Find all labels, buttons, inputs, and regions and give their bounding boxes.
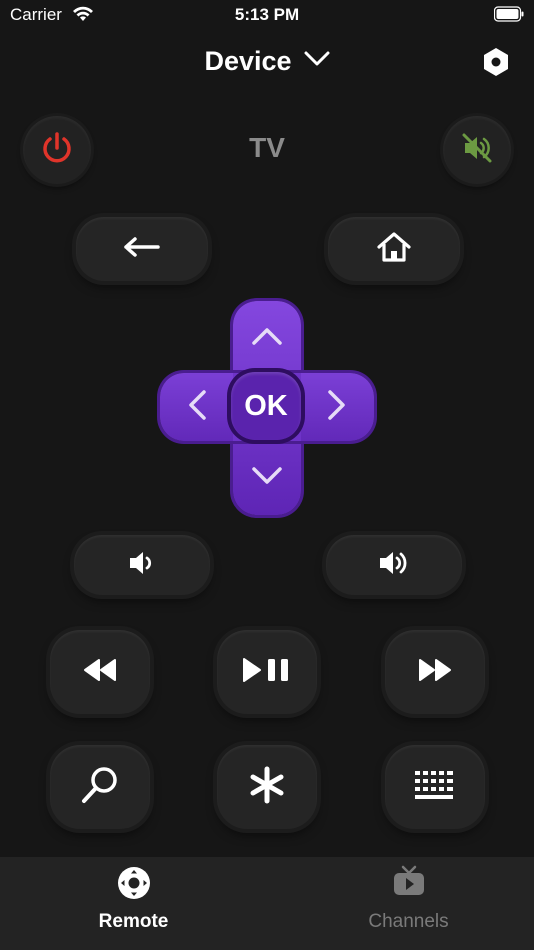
mute-button[interactable]: [443, 116, 511, 184]
play-pause-icon: [241, 657, 293, 688]
play-pause-button[interactable]: [217, 630, 317, 714]
settings-hex-icon: [482, 47, 510, 82]
mute-icon: [460, 131, 494, 170]
asterisk-icon: [249, 766, 285, 809]
settings-button[interactable]: [478, 46, 514, 82]
tab-remote-label: Remote: [98, 911, 169, 932]
tv-icon: [275, 865, 534, 899]
volume-up-button[interactable]: [326, 535, 462, 595]
tab-channels[interactable]: Channels: [275, 857, 534, 950]
battery-icon: [493, 6, 524, 22]
header: Device: [0, 46, 534, 77]
volume-up-icon: [377, 548, 411, 583]
home-button[interactable]: [328, 217, 460, 281]
search-button[interactable]: [50, 745, 150, 829]
ok-button[interactable]: OK: [231, 372, 301, 440]
dpad-right-button[interactable]: [312, 382, 362, 432]
dpad-left-button[interactable]: [172, 382, 222, 432]
device-selector[interactable]: Device: [204, 46, 330, 77]
tab-bar: Remote Channels: [0, 857, 534, 950]
fast-forward-button[interactable]: [385, 630, 485, 714]
options-button[interactable]: [217, 745, 317, 829]
status-time: 5:13 PM: [234, 5, 300, 24]
keyboard-button[interactable]: [385, 745, 485, 829]
chevron-left-icon: [187, 389, 207, 426]
status-bar: Carrier 5:13 PM: [0, 0, 534, 30]
device-label: Device: [204, 46, 292, 76]
dpad-down-button[interactable]: [242, 453, 292, 503]
chevron-down-icon: [304, 51, 330, 72]
chevron-down-icon: [251, 466, 283, 491]
back-button[interactable]: [76, 217, 208, 281]
home-icon: [376, 230, 412, 269]
rewind-button[interactable]: [50, 630, 150, 714]
keyboard-icon: [413, 769, 457, 806]
rewind-icon: [83, 658, 117, 687]
fast-forward-icon: [418, 658, 452, 687]
dpad-up-button[interactable]: [242, 313, 292, 363]
search-icon: [79, 764, 121, 811]
tab-remote[interactable]: Remote: [0, 857, 267, 950]
remote-icon: [0, 865, 267, 901]
volume-down-icon: [127, 548, 157, 583]
tab-channels-label: Channels: [368, 911, 449, 932]
chevron-right-icon: [327, 389, 347, 426]
chevron-up-icon: [251, 326, 283, 351]
volume-down-button[interactable]: [74, 535, 210, 595]
back-arrow-icon: [122, 235, 162, 264]
